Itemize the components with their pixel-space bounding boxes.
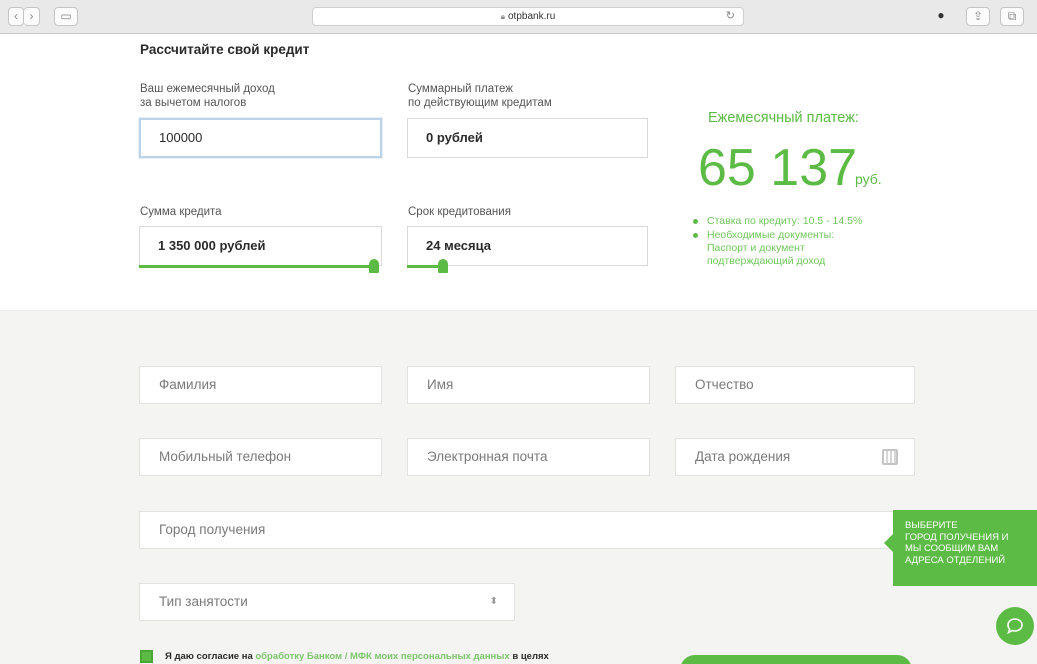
select-arrows-icon: ⬍ [489, 596, 498, 607]
monthly-payment-title: Ежемесячный платеж: [708, 110, 859, 126]
consent-checkbox[interactable] [140, 650, 153, 663]
employment-type-select[interactable]: Тип занятости ⬍ [139, 583, 515, 621]
city-hint-tooltip: Выберите город получения и мы сообщим ва… [884, 510, 1037, 586]
loan-amount-slider-handle[interactable] [369, 259, 379, 273]
last-name-input[interactable]: Фамилия [139, 366, 382, 404]
income-label: Ваш ежемесячный доход за вычетом налогов [140, 83, 275, 109]
documents-item: Необходимые документы: Паспорт и докумен… [693, 229, 862, 268]
address-bar[interactable]: 🔒︎ otpbank.ru ↻ [312, 7, 744, 26]
income-input[interactable]: 100000 [139, 118, 382, 158]
consent-text-before: Я даю согласие на [165, 651, 253, 663]
loan-conditions-list: Ставка по кредиту: 10.5 - 14.5% Необходи… [693, 215, 862, 269]
monthly-payment-unit: руб. [855, 171, 882, 187]
first-name-input[interactable]: Имя [407, 366, 650, 404]
consent-row: Я даю согласие на обработку Банком / МФК… [140, 650, 660, 663]
other-payments-input[interactable]: 0 рублей [407, 118, 648, 158]
monthly-payment-amount: 65 137 [698, 139, 858, 197]
birthdate-placeholder: Дата рождения [695, 449, 791, 464]
rate-item: Ставка по кредиту: 10.5 - 14.5% [693, 215, 862, 228]
personal-data-link[interactable]: обработку Банком / МФК моих персональных… [255, 651, 509, 662]
extension-icon[interactable]: ● [930, 7, 952, 26]
loan-term-label: Срок кредитования [408, 206, 511, 218]
submit-button[interactable] [680, 655, 912, 664]
browser-toolbar: ‹ › ▭ 🔒︎ otpbank.ru ↻ ● ⇪ ⧉ [0, 0, 1037, 34]
email-input[interactable]: Электронная почта [407, 438, 650, 476]
consent-text-after: в целях [512, 651, 549, 663]
lock-icon: 🔒︎ [500, 12, 505, 21]
chat-bubble-icon [1007, 618, 1023, 635]
sidebar-toggle-icon[interactable]: ▭ [54, 7, 78, 26]
share-icon[interactable]: ⇪ [966, 7, 990, 26]
back-button[interactable]: ‹ [8, 7, 24, 26]
city-input[interactable]: Город получения [139, 511, 915, 549]
browser-window: ‹ › ▭ 🔒︎ otpbank.ru ↻ ● ⇪ ⧉ Рассчитайте с… [0, 0, 1037, 664]
application-form: Фамилия Имя Отчество Мобильный телефон Э… [0, 310, 1037, 664]
reload-icon[interactable]: ↻ [726, 8, 735, 25]
chat-button[interactable] [996, 607, 1034, 645]
birthdate-input[interactable]: Дата рождения [675, 438, 915, 476]
loan-amount-slider-track[interactable] [139, 265, 379, 268]
tabs-overview-icon[interactable]: ⧉ [1000, 7, 1024, 26]
forward-button[interactable]: › [24, 7, 40, 26]
calculator-title: Рассчитайте свой кредит [140, 42, 310, 57]
loan-calculator: Рассчитайте свой кредит Ваш ежемесячный … [0, 34, 1037, 310]
other-payments-label: Суммарный платеж по действующим кредитам [408, 83, 552, 109]
phone-input[interactable]: Мобильный телефон [139, 438, 382, 476]
patronymic-input[interactable]: Отчество [675, 366, 915, 404]
calendar-icon[interactable] [882, 449, 898, 465]
url-text: otpbank.ru [508, 11, 556, 22]
loan-amount-label: Сумма кредита [140, 206, 222, 218]
loan-term-slider-handle[interactable] [437, 259, 448, 273]
employment-type-placeholder: Тип занятости [159, 594, 248, 609]
loan-amount-input[interactable]: 1 350 000 рублей [139, 226, 382, 266]
